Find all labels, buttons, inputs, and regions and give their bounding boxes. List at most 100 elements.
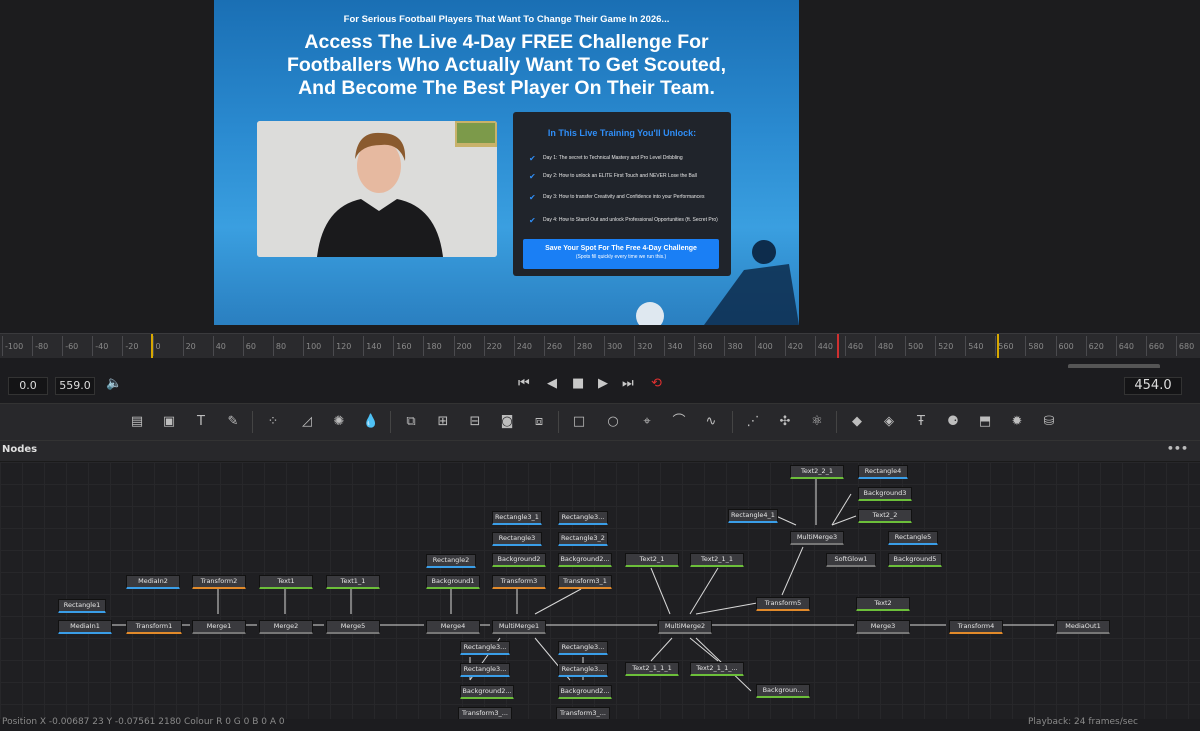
imageplane3d-tool-icon[interactable]: ⬒	[976, 413, 994, 431]
skip-to-start-icon[interactable]: ⏮	[518, 376, 530, 391]
node-rectangle5[interactable]: Rectangle5	[888, 531, 938, 545]
step-back-icon[interactable]: ◀	[547, 376, 557, 391]
curves-tool-icon[interactable]: ◿	[298, 413, 316, 431]
node-background3[interactable]: Background3	[858, 487, 912, 501]
node-rectangle3-1[interactable]: Rectangle3_1	[492, 511, 542, 525]
particle-render-icon[interactable]: ✣	[776, 413, 794, 431]
node-merge4[interactable]: Merge4	[426, 620, 480, 634]
transform-tool-icon[interactable]: ⊞	[434, 413, 452, 431]
node-softglow1[interactable]: SoftGlow1	[826, 553, 876, 567]
playhead[interactable]	[837, 334, 839, 358]
node-transform3[interactable]: Transform3	[492, 575, 546, 589]
node-text1[interactable]: Text1	[259, 575, 313, 589]
current-time-field[interactable]: 454.0	[1124, 377, 1182, 395]
node-rectangle3-b2[interactable]: Rectangle3...	[558, 641, 608, 655]
node-text2-2[interactable]: Text2_2	[858, 509, 912, 523]
node-background2-d[interactable]: Background2...	[558, 685, 612, 699]
node-merge2[interactable]: Merge2	[259, 620, 313, 634]
render-start-field[interactable]: 0.0	[8, 377, 48, 395]
polyline-mask-icon[interactable]: ∿	[702, 413, 720, 431]
render-start-marker[interactable]	[151, 334, 153, 358]
node-rectangle1[interactable]: Rectangle1	[58, 599, 106, 613]
node-background-x[interactable]: Backgroun...	[756, 684, 810, 698]
node-background2-b[interactable]: Background2...	[558, 553, 612, 567]
particle-force-icon[interactable]: ⚛	[808, 413, 826, 431]
ellipse-mask-icon[interactable]: ○	[604, 413, 622, 431]
drop-tool-icon[interactable]: 💧	[362, 413, 380, 431]
node-rectangle4[interactable]: Rectangle4	[858, 465, 908, 479]
text3d-tool-icon[interactable]: Ŧ	[912, 413, 930, 431]
node-rectangle3[interactable]: Rectangle3	[492, 532, 542, 546]
mask-tool-icon[interactable]: ◙	[498, 413, 516, 431]
node-rectangle3-b4[interactable]: Rectangle3...	[558, 663, 608, 677]
node-text1-1[interactable]: Text1_1	[326, 575, 380, 589]
merge-tool-icon[interactable]: ⧉	[402, 413, 420, 431]
skip-to-end-icon[interactable]: ⏭	[622, 376, 634, 391]
node-text2-1-1[interactable]: Text2_1_1	[690, 553, 744, 567]
ruler-tick-label: -20	[125, 342, 139, 351]
presenter-video	[257, 121, 497, 257]
particles-tool-icon[interactable]: ⁘	[264, 413, 282, 431]
node-text2-2-1[interactable]: Text2_2_1	[790, 465, 844, 479]
rectangle-mask-icon[interactable]: □	[570, 413, 588, 431]
node-background2-c[interactable]: Background2...	[460, 685, 514, 699]
node-mediain2[interactable]: MediaIn2	[126, 575, 180, 589]
audio-icon[interactable]: 🔈	[106, 376, 122, 391]
node-rectangle3-top2[interactable]: Rectangle3...	[558, 511, 608, 525]
node-mediaout1[interactable]: MediaOut1	[1056, 620, 1110, 634]
paint-tool-icon[interactable]: ▣	[160, 413, 178, 431]
node-transform3-b[interactable]: Transform3_...	[458, 707, 512, 719]
light3d-tool-icon[interactable]: ✹	[1008, 413, 1026, 431]
loop-icon[interactable]: ⟲	[651, 376, 662, 391]
text-tool-icon[interactable]: T	[192, 413, 210, 431]
node-transform2[interactable]: Transform2	[192, 575, 246, 589]
node-rectangle3-b3[interactable]: Rectangle3...	[460, 663, 510, 677]
node-transform4[interactable]: Transform4	[949, 620, 1003, 634]
nodes-panel-menu[interactable]: •••	[1167, 442, 1188, 455]
node-multimerge3[interactable]: MultiMerge3	[790, 531, 844, 545]
background-tool-icon[interactable]: ▤	[128, 413, 146, 431]
bullet-text: Day 1: The secret to Technical Mastery a…	[543, 155, 683, 161]
node-rectangle2[interactable]: Rectangle2	[426, 554, 476, 568]
ruler-tick-label: 540	[968, 342, 984, 351]
node-text2-1-1-1[interactable]: Text2_1_1_1	[625, 662, 679, 676]
node-rectangle3-b1[interactable]: Rectangle3...	[460, 641, 510, 655]
renderer3d-tool-icon[interactable]: ⛁	[1040, 413, 1058, 431]
viewer-frame[interactable]: For Serious Football Players That Want T…	[214, 0, 799, 325]
node-merge5[interactable]: Merge5	[326, 620, 380, 634]
node-background5[interactable]: Background5	[888, 553, 942, 567]
node-background2[interactable]: Background2	[492, 553, 546, 567]
resize-tool-icon[interactable]: ⧈	[530, 413, 548, 431]
node-transform3-1[interactable]: Transform3_1	[558, 575, 612, 589]
node-text2-1-1-b[interactable]: Text2_1_1_...	[690, 662, 744, 676]
polygon-mask-icon[interactable]: ⌖	[638, 413, 656, 431]
time-ruler[interactable]: -100 -80 -60 -40 -20 0 20 40 60 80 100 120 140 160 180…	[0, 333, 1200, 358]
shape3d-tool-icon[interactable]: ◆	[848, 413, 866, 431]
node-merge3[interactable]: Merge3	[856, 620, 910, 634]
render-end-marker[interactable]	[997, 334, 999, 358]
render-end-field[interactable]: 559.0	[55, 377, 95, 395]
node-rectangle3-2[interactable]: Rectangle3_2	[558, 532, 608, 546]
node-multimerge1[interactable]: MultiMerge1	[492, 620, 546, 634]
node-background1[interactable]: Background1	[426, 575, 480, 589]
ruler-tick-label: -80	[35, 342, 49, 351]
node-transform5[interactable]: Transform5	[756, 597, 810, 611]
node-transform3-c[interactable]: Transform3_...	[556, 707, 610, 719]
node-rectangle4-1[interactable]: Rectangle4_1	[728, 509, 778, 523]
node-text2-1[interactable]: Text2_1	[625, 553, 679, 567]
camera3d-tool-icon[interactable]: ⚈	[944, 413, 962, 431]
crop-tool-icon[interactable]: ⊟	[466, 413, 484, 431]
play-icon[interactable]: ▶	[598, 376, 608, 391]
brush-tool-icon[interactable]: ✎	[224, 413, 242, 431]
particle-emitter-icon[interactable]: ⋰	[744, 413, 762, 431]
merge3d-tool-icon[interactable]: ◈	[880, 413, 898, 431]
stop-icon[interactable]: ■	[572, 376, 584, 391]
node-merge1[interactable]: Merge1	[192, 620, 246, 634]
node-transform1[interactable]: Transform1	[126, 620, 182, 634]
node-graph[interactable]: Rectangle1 MediaIn1 Transform1 MediaIn2 Tran…	[0, 462, 1200, 719]
node-multimerge2[interactable]: MultiMerge2	[658, 620, 712, 634]
node-mediain1[interactable]: MediaIn1	[58, 620, 112, 634]
bspline-mask-icon[interactable]: ⌒	[670, 413, 688, 431]
brightness-tool-icon[interactable]: ✺	[330, 413, 348, 431]
node-text2[interactable]: Text2	[856, 597, 910, 611]
